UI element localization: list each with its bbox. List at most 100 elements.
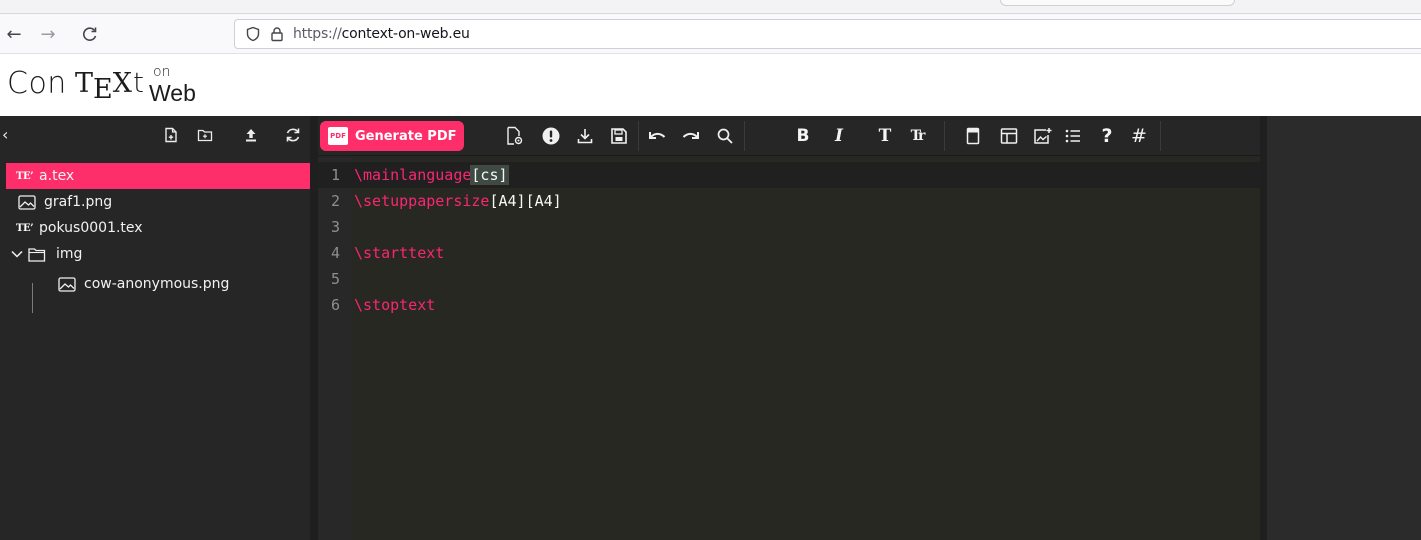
file-label: graf1.png [44, 194, 113, 210]
collapse-sidebar-icon[interactable]: ‹ [2, 125, 8, 144]
folder-open-icon [10, 246, 50, 262]
code-line[interactable]: 1 \mainlanguage[cs] [318, 162, 1260, 188]
search-icon [717, 128, 733, 144]
help-icon: ? [1101, 125, 1113, 147]
list-button[interactable] [1058, 121, 1088, 151]
url-text[interactable]: https://context-on-web.eu [293, 26, 470, 42]
line-number: 2 [330, 192, 340, 210]
file-item-cow-anonymous-png[interactable]: cow-anonymous.png [6, 271, 310, 297]
redo-icon [682, 132, 699, 139]
folder-item-img[interactable]: img [6, 241, 310, 267]
file-label: pokus0001.tex [39, 220, 143, 236]
tex-command: \mainlanguage [354, 166, 472, 184]
file-item-a-tex[interactable]: TE’ a.tex [6, 163, 310, 189]
new-file-icon [165, 127, 177, 143]
new-folder-icon [197, 129, 213, 142]
alert-icon [542, 127, 560, 145]
logo-t-small: t [133, 66, 144, 99]
editor-panel: PDF Generate PDF B I T Tr ? # 1 \mainlan… [318, 116, 1260, 540]
logo-tex: TEX [75, 68, 132, 105]
code-line[interactable]: 5 [318, 266, 1260, 292]
new-file-button[interactable] [160, 124, 182, 146]
errors-button[interactable] [536, 121, 566, 151]
bold-button[interactable]: B [788, 121, 818, 151]
new-folder-button[interactable] [194, 124, 216, 146]
browser-tab-strip [0, 0, 1421, 14]
back-arrow-icon: ← [6, 23, 22, 45]
tex-argument: [cs] [470, 165, 509, 185]
hash-button[interactable]: # [1124, 121, 1154, 151]
image-file-icon [58, 276, 78, 292]
download-icon [577, 129, 593, 144]
refresh-files-button[interactable] [282, 124, 304, 146]
line-number: 3 [330, 218, 340, 236]
sidebar-resize-handle[interactable] [310, 116, 318, 540]
generate-pdf-button[interactable]: PDF Generate PDF [320, 121, 464, 151]
line-source: \starttext [354, 240, 444, 266]
section-button[interactable] [958, 121, 988, 151]
logo-t: T [75, 68, 94, 99]
file-settings-icon [507, 126, 523, 145]
file-label: cow-anonymous.png [84, 276, 230, 292]
shield-icon[interactable] [245, 26, 261, 42]
image-file-icon [18, 194, 38, 210]
save-icon [611, 128, 627, 144]
file-item-graf1-png[interactable]: graf1.png [6, 189, 310, 215]
save-button[interactable] [604, 121, 634, 151]
site-header: Con TEX t on Web [0, 55, 1421, 116]
sidebar-toolbar: ‹ [0, 116, 313, 156]
typewriter-button[interactable]: T [870, 121, 900, 151]
code-line[interactable]: 3 [318, 214, 1260, 240]
italic-button[interactable]: I [824, 121, 854, 151]
code-editor[interactable]: 1 \mainlanguage[cs] 2 \setuppapersize[A4… [318, 158, 1260, 540]
reload-icon [83, 27, 97, 41]
hash-icon: # [1131, 125, 1147, 147]
browser-tab[interactable] [1000, 0, 1235, 6]
toolbar-separator [744, 121, 745, 151]
undo-icon [649, 132, 666, 139]
tex-command: \starttext [354, 244, 445, 262]
pdf-icon: PDF [328, 127, 348, 145]
undo-button[interactable] [642, 121, 672, 151]
line-number: 6 [330, 296, 340, 314]
insert-image-button[interactable] [1028, 121, 1058, 151]
section-icon [966, 127, 980, 145]
editor-toolbar: PDF Generate PDF B I T Tr ? # [318, 116, 1260, 156]
url-bar[interactable]: https://context-on-web.eu [234, 19, 1421, 49]
small-caps-button[interactable]: Tr [902, 121, 932, 151]
back-button[interactable]: ← [2, 22, 26, 46]
file-label: a.tex [39, 168, 75, 184]
preview-resize-handle[interactable] [1260, 116, 1267, 540]
help-button[interactable]: ? [1092, 121, 1122, 151]
tex-argument: [A4][A4] [489, 192, 562, 210]
redo-button[interactable] [676, 121, 706, 151]
code-line[interactable]: 6 \stoptext [318, 292, 1260, 318]
code-line[interactable]: 4 \starttext [318, 240, 1260, 266]
compile-settings-button[interactable] [500, 121, 530, 151]
logo-x: X [112, 68, 132, 99]
italic-icon: I [835, 126, 843, 146]
file-sidebar: ‹ TE’ a.tex graf1.png TE’ pokus0001.tex … [0, 116, 313, 540]
toolbar-separator [1160, 121, 1161, 151]
forward-button[interactable]: → [36, 22, 60, 46]
pdf-preview-panel [1267, 116, 1421, 540]
line-number: 5 [330, 270, 340, 288]
line-source: \setuppapersize[A4][A4] [354, 188, 562, 214]
insert-image-icon [1034, 128, 1052, 144]
code-line[interactable]: 2 \setuppapersize[A4][A4] [318, 188, 1260, 214]
reload-button[interactable] [78, 22, 102, 46]
toolbar-separator [638, 121, 639, 151]
lock-icon[interactable] [269, 26, 285, 42]
download-button[interactable] [570, 121, 600, 151]
typewriter-icon: T [878, 126, 892, 146]
upload-button[interactable] [240, 124, 262, 146]
table-button[interactable] [994, 121, 1024, 151]
line-number: 4 [330, 244, 340, 262]
search-button[interactable] [710, 121, 740, 151]
browser-navbar: ← → https://context-on-web.eu [0, 14, 1421, 54]
forward-arrow-icon: → [40, 23, 56, 45]
folder-label: img [56, 246, 83, 262]
url-host: context-on-web.eu [341, 26, 470, 42]
list-icon [1065, 129, 1080, 143]
file-item-pokus0001-tex[interactable]: TE’ pokus0001.tex [6, 215, 310, 241]
